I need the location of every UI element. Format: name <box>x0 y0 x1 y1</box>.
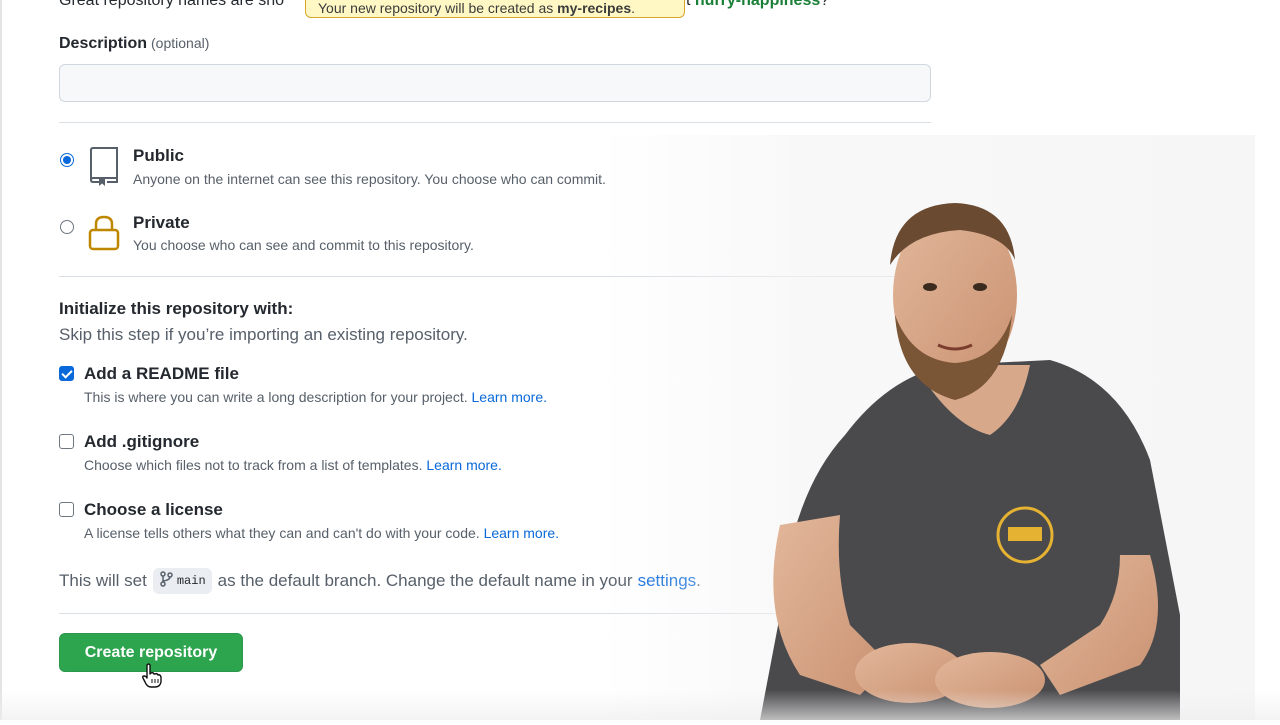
lock-icon <box>87 214 121 257</box>
presenter-figure <box>740 195 1180 725</box>
readme-checkbox[interactable] <box>59 366 74 381</box>
gitignore-learn-more-link[interactable]: Learn more. <box>426 457 501 473</box>
repo-name-tooltip: Your new repository will be created as m… <box>305 0 685 18</box>
suggestion-prefix: t <box>686 0 695 9</box>
license-checkbox[interactable] <box>59 502 74 517</box>
page-edge <box>0 0 2 720</box>
private-radio[interactable] <box>60 220 74 234</box>
suggested-name[interactable]: hurry-happiness <box>695 0 820 9</box>
tooltip-repo-name: my-recipes <box>557 0 632 16</box>
public-title: Public <box>133 146 185 165</box>
readme-learn-more-link[interactable]: Learn more. <box>472 389 547 405</box>
license-desc: A license tells others what they can and… <box>84 525 559 541</box>
public-radio[interactable] <box>60 153 74 167</box>
initialize-subtitle: Skip this step if you’re importing an ex… <box>59 325 468 344</box>
branch-pill: main <box>152 568 212 594</box>
git-branch-icon <box>159 571 173 591</box>
tooltip-prefix: Your new repository will be created as <box>318 0 558 16</box>
readme-title: Add a README file <box>84 364 239 383</box>
branch-name: main <box>176 574 206 588</box>
tooltip-end: . <box>631 0 635 16</box>
description-input[interactable] <box>59 64 931 102</box>
bottom-fade <box>0 690 1280 720</box>
branch-prefix: This will set <box>59 571 147 590</box>
readme-desc: This is where you can write a long descr… <box>84 389 547 405</box>
license-title: Choose a license <box>84 500 223 519</box>
repo-name-hint: Great repository names are sho <box>59 0 284 9</box>
readme-desc-text: This is where you can write a long descr… <box>84 389 468 405</box>
gitignore-desc-text: Choose which files not to track from a l… <box>84 457 423 473</box>
initialize-title: Initialize this repository with: <box>59 299 294 318</box>
repo-icon <box>88 146 120 191</box>
branch-middle: as the default branch. Change the defaul… <box>217 571 633 590</box>
license-desc-text: A license tells others what they can and… <box>84 525 480 541</box>
suggestion-end: ? <box>820 0 830 9</box>
private-desc: You choose who can see and commit to thi… <box>133 237 474 253</box>
private-title: Private <box>133 213 190 232</box>
repo-name-suggestion: t hurry-happiness? <box>686 0 829 10</box>
gitignore-desc: Choose which files not to track from a l… <box>84 457 502 473</box>
optional-hint: (optional) <box>151 35 210 51</box>
divider <box>59 122 931 123</box>
gitignore-checkbox[interactable] <box>59 434 74 449</box>
description-label: Description (optional) <box>59 35 209 53</box>
gitignore-title: Add .gitignore <box>84 432 200 451</box>
public-desc: Anyone on the internet can see this repo… <box>133 171 606 187</box>
license-learn-more-link[interactable]: Learn more. <box>484 525 559 541</box>
description-label-text: Description <box>59 35 148 52</box>
